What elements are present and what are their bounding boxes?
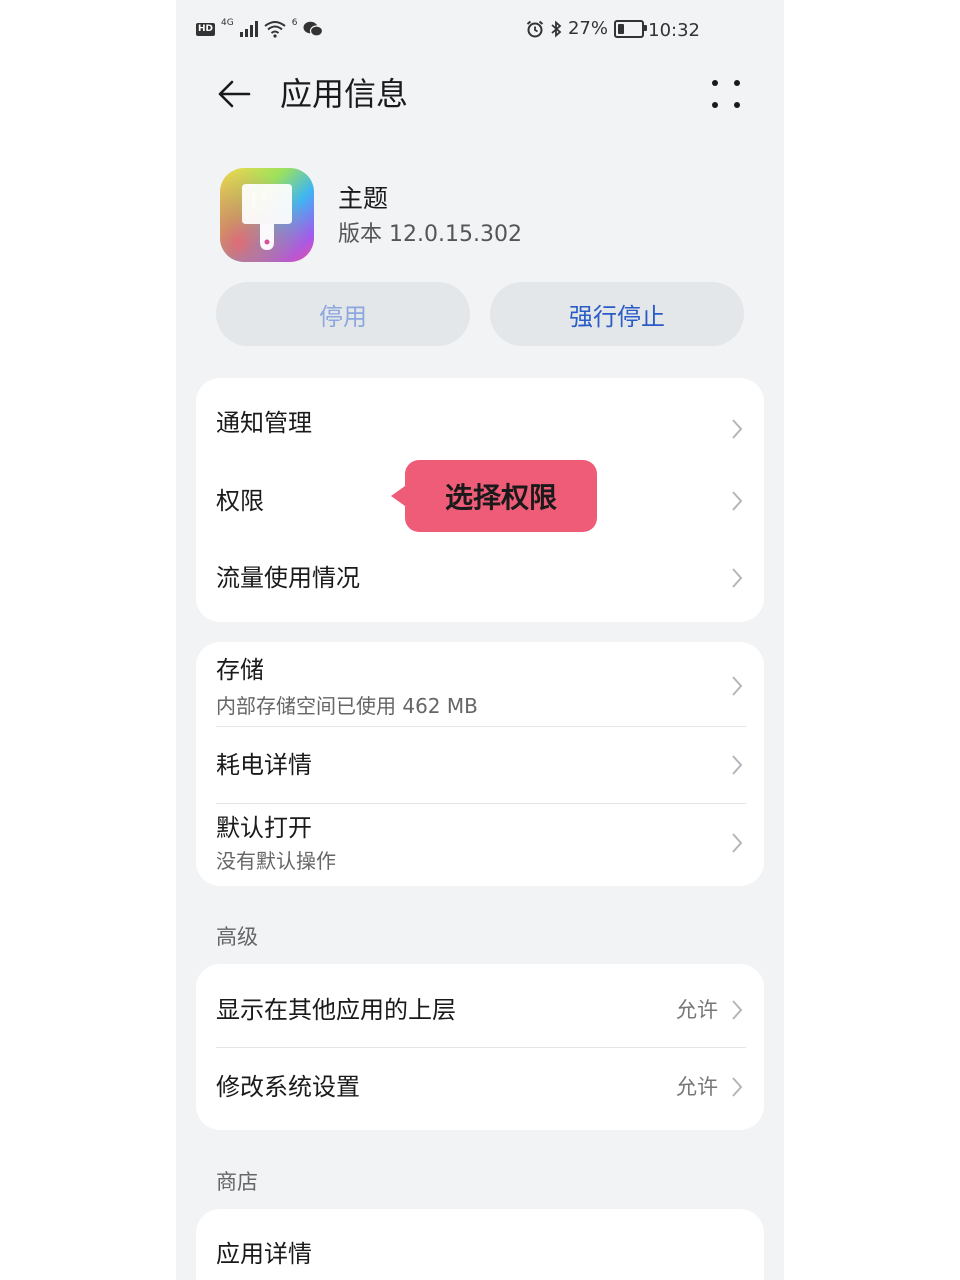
list-item-title: 权限 xyxy=(216,487,264,515)
list-item-title: 修改系统设置 xyxy=(216,1073,360,1101)
list-item-value: 允许 xyxy=(676,998,718,1022)
chevron-right-icon xyxy=(732,419,743,439)
status-right: 27% xyxy=(526,18,647,39)
list-item-value: 允许 xyxy=(676,1075,718,1099)
annotation-tooltip: 选择权限 xyxy=(391,460,597,532)
list-item-title: 应用详情 xyxy=(216,1240,312,1268)
phone-screen: HD 4G 6 27% 10:32 应用信息 主题 版本 12.0.15.302… xyxy=(176,0,784,1280)
alarm-icon xyxy=(526,20,544,37)
app-version: 版本 12.0.15.302 xyxy=(338,222,522,247)
list-item-open-by-default[interactable]: 默认打开 没有默认操作 xyxy=(196,804,764,886)
section-label-store: 商店 xyxy=(216,1170,258,1194)
battery-fill xyxy=(618,23,624,34)
section-label-advanced: 高级 xyxy=(216,925,258,949)
app-name: 主题 xyxy=(338,184,389,213)
list-item-subtitle: 没有默认操作 xyxy=(216,849,336,873)
wechat-icon xyxy=(303,21,324,37)
back-arrow-icon xyxy=(218,80,251,108)
list-item-data-usage[interactable]: 流量使用情况 xyxy=(196,540,764,618)
wifi-band-label: 6 xyxy=(291,18,298,28)
list-item-title: 默认打开 xyxy=(216,814,312,842)
list-item-battery-details[interactable]: 耗电详情 xyxy=(196,727,764,803)
more-options-button[interactable] xyxy=(706,74,746,114)
list-item-title: 存储 xyxy=(216,656,264,684)
chevron-right-icon xyxy=(732,1000,743,1020)
settings-card-store: 应用详情 xyxy=(196,1209,764,1280)
settings-card-storage: 存储 内部存储空间已使用 462 MB 耗电详情 默认打开 没有默认操作 xyxy=(196,642,764,886)
app-bar: 应用信息 xyxy=(176,62,784,126)
list-item-modify-system-settings[interactable]: 修改系统设置 允许 xyxy=(196,1048,764,1126)
page-title: 应用信息 xyxy=(280,75,409,113)
wifi-icon xyxy=(264,21,286,38)
bluetooth-icon xyxy=(551,20,562,37)
list-item-title: 显示在其他应用的上层 xyxy=(216,996,456,1024)
status-left: HD 4G 6 xyxy=(196,18,324,38)
list-item-title: 通知管理 xyxy=(216,409,312,437)
settings-card-advanced: 显示在其他应用的上层 允许 修改系统设置 允许 xyxy=(196,964,764,1130)
network-type-label: 4G xyxy=(221,18,234,28)
battery-percent: 27% xyxy=(567,18,608,39)
back-button[interactable] xyxy=(212,72,256,116)
more-dots-icon xyxy=(712,80,740,108)
signal-icon xyxy=(239,21,258,37)
chevron-right-icon xyxy=(732,755,743,775)
list-item-storage[interactable]: 存储 内部存储空间已使用 462 MB xyxy=(196,642,764,726)
status-bar: HD 4G 6 27% 10:32 xyxy=(176,0,784,62)
force-stop-button[interactable]: 强行停止 xyxy=(490,282,744,346)
chevron-right-icon xyxy=(732,833,743,853)
disable-button[interactable]: 停用 xyxy=(216,282,470,346)
list-item-app-details[interactable]: 应用详情 xyxy=(196,1215,764,1280)
list-item-subtitle: 内部存储空间已使用 462 MB xyxy=(216,694,478,718)
chevron-right-icon xyxy=(732,568,743,588)
chevron-right-icon xyxy=(732,1077,743,1097)
theme-app-icon xyxy=(220,168,314,262)
hd-icon: HD xyxy=(196,22,216,36)
battery-icon xyxy=(614,19,647,38)
list-item-display-over-other-apps[interactable]: 显示在其他应用的上层 允许 xyxy=(196,970,764,1048)
chevron-right-icon xyxy=(732,676,743,696)
list-item-title: 流量使用情况 xyxy=(216,564,360,592)
list-item-title: 耗电详情 xyxy=(216,751,312,779)
status-time: 10:32 xyxy=(648,20,700,41)
list-item-notification-management[interactable]: 通知管理 xyxy=(196,384,764,462)
chevron-right-icon xyxy=(732,491,743,511)
